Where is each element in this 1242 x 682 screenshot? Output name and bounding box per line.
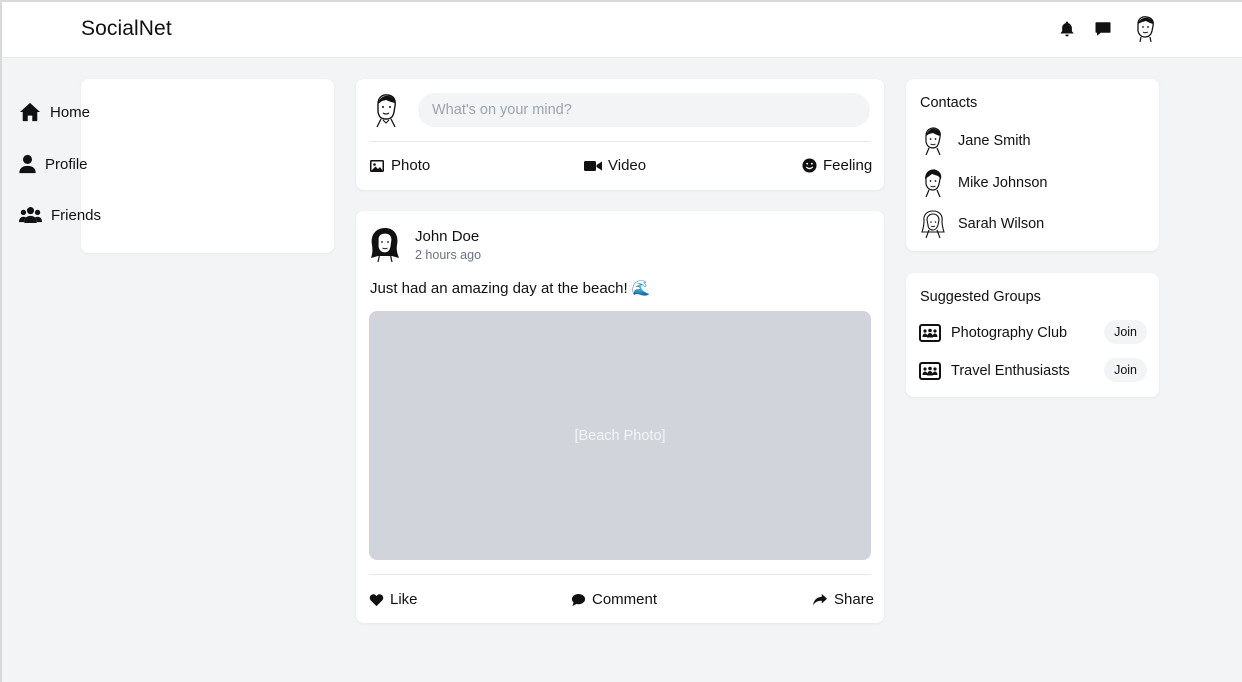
contact-item[interactable]: Sarah Wilson bbox=[920, 209, 1044, 239]
join-button[interactable]: Join bbox=[1104, 320, 1147, 344]
feed-post: John Doe 2 hours ago Just had an amazing… bbox=[356, 211, 884, 623]
post-text: Just had an amazing day at the beach! 🌊 bbox=[370, 280, 651, 297]
groups-title: Suggested Groups bbox=[920, 289, 1041, 305]
status-input[interactable] bbox=[418, 93, 870, 127]
heart-icon bbox=[369, 593, 384, 606]
group-item: Photography Club Join bbox=[919, 320, 1147, 346]
group-item: Travel Enthusiasts Join bbox=[919, 358, 1147, 384]
author-avatar[interactable] bbox=[368, 225, 402, 263]
group-icon bbox=[919, 324, 941, 342]
group-icon bbox=[919, 362, 941, 380]
post-timestamp: 2 hours ago bbox=[415, 248, 482, 262]
nav-item-home[interactable]: Home bbox=[19, 100, 90, 124]
brand-logo[interactable]: SocialNet bbox=[81, 17, 172, 41]
post-image[interactable]: [Beach Photo] bbox=[369, 311, 871, 560]
nav-item-profile[interactable]: Profile bbox=[19, 152, 88, 176]
join-button[interactable]: Join bbox=[1104, 358, 1147, 382]
share-icon bbox=[813, 593, 827, 605]
comment-button[interactable]: Comment bbox=[571, 591, 657, 608]
group-name: Photography Club bbox=[951, 325, 1068, 341]
contact-avatar bbox=[921, 210, 945, 239]
users-icon bbox=[19, 207, 42, 223]
post-author[interactable]: John Doe bbox=[415, 228, 479, 245]
left-nav-card bbox=[81, 79, 334, 253]
contact-name: Jane Smith bbox=[958, 133, 1031, 149]
user-avatar bbox=[376, 94, 396, 128]
action-label: Photo bbox=[391, 157, 431, 174]
nav-label: Home bbox=[50, 103, 91, 121]
divider bbox=[370, 141, 870, 142]
nav-item-friends[interactable]: Friends bbox=[19, 203, 101, 227]
action-label: Video bbox=[608, 157, 647, 174]
contact-avatar bbox=[925, 169, 942, 198]
photo-button[interactable]: Photo bbox=[369, 157, 430, 174]
bell-icon[interactable] bbox=[1058, 20, 1076, 38]
suggested-groups-card: Suggested Groups Photography Club Join T… bbox=[906, 273, 1159, 397]
contacts-card: Contacts Jane Smith Mike Johnson Sarah W… bbox=[906, 79, 1159, 251]
top-header: SocialNet bbox=[0, 0, 1242, 58]
smile-icon bbox=[802, 158, 817, 173]
comment-icon bbox=[571, 593, 586, 606]
video-button[interactable]: Video bbox=[584, 157, 646, 174]
user-icon bbox=[19, 154, 36, 174]
nav-label: Profile bbox=[45, 155, 88, 173]
image-placeholder-label: [Beach Photo] bbox=[574, 427, 666, 444]
contact-name: Sarah Wilson bbox=[958, 216, 1045, 232]
post-composer: Photo Video Feeling bbox=[356, 79, 884, 190]
image-icon bbox=[370, 159, 384, 172]
feeling-button[interactable]: Feeling bbox=[802, 157, 872, 174]
contact-item[interactable]: Mike Johnson bbox=[920, 168, 1047, 198]
user-avatar[interactable] bbox=[1132, 15, 1158, 43]
chat-icon[interactable] bbox=[1094, 20, 1112, 38]
group-name: Travel Enthusiasts bbox=[951, 363, 1070, 379]
action-label: Share bbox=[834, 591, 875, 608]
divider bbox=[369, 574, 871, 575]
action-label: Feeling bbox=[823, 157, 873, 174]
home-icon bbox=[20, 102, 40, 122]
action-label: Comment bbox=[592, 591, 658, 608]
contacts-title: Contacts bbox=[920, 95, 978, 111]
share-button[interactable]: Share bbox=[812, 591, 874, 608]
contact-avatar bbox=[925, 127, 941, 156]
like-button[interactable]: Like bbox=[369, 591, 418, 608]
action-label: Like bbox=[390, 591, 418, 608]
contact-name: Mike Johnson bbox=[958, 175, 1048, 191]
nav-label: Friends bbox=[51, 206, 102, 224]
video-icon bbox=[584, 160, 602, 171]
contact-item[interactable]: Jane Smith bbox=[920, 126, 1031, 156]
